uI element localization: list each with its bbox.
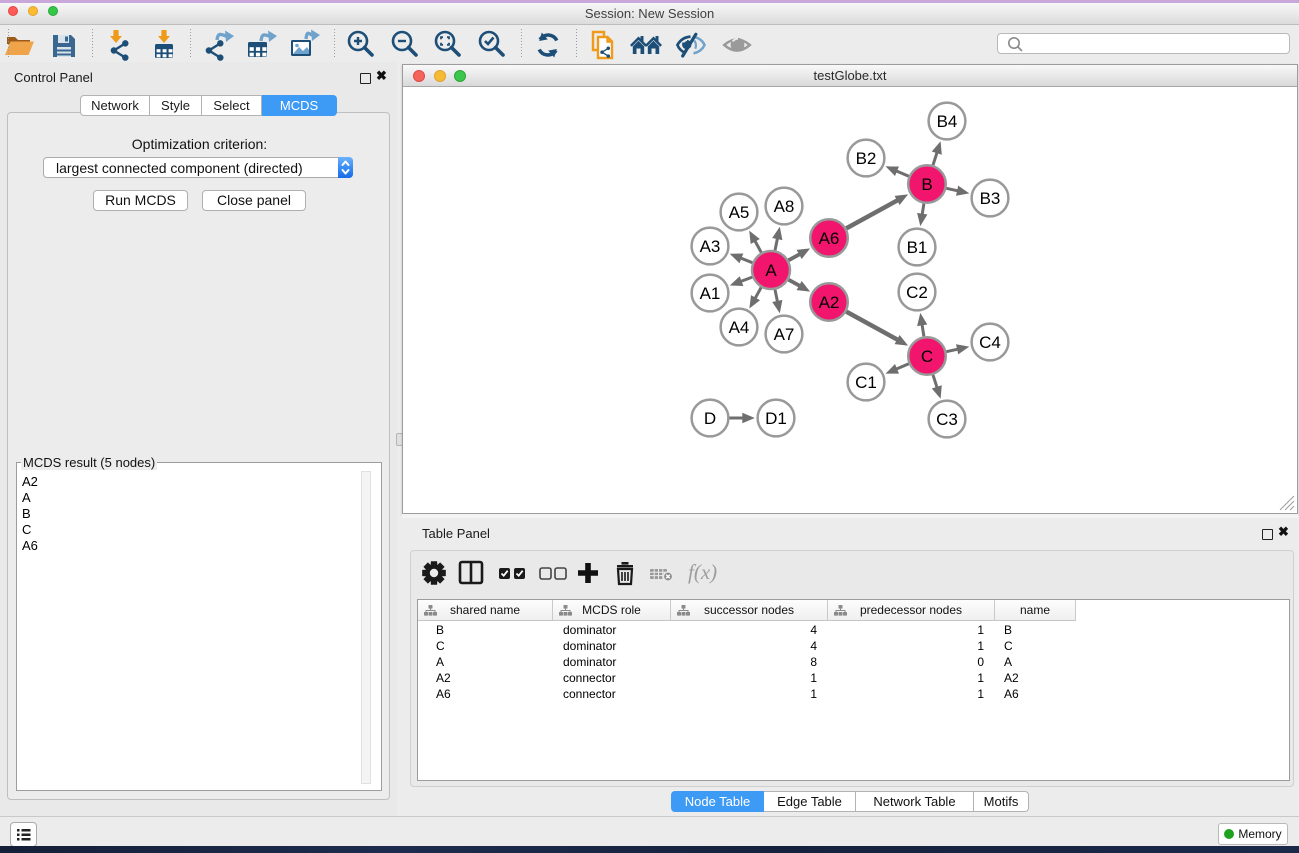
svg-text:B2: B2: [856, 149, 877, 168]
svg-text:B4: B4: [937, 112, 958, 131]
svg-text:C2: C2: [906, 283, 928, 302]
svg-text:D: D: [704, 409, 716, 428]
svg-text:A3: A3: [700, 237, 721, 256]
svg-text:C1: C1: [855, 373, 877, 392]
svg-text:A4: A4: [729, 318, 750, 337]
svg-text:C: C: [921, 347, 933, 366]
svg-text:A5: A5: [729, 203, 750, 222]
svg-text:D1: D1: [765, 409, 787, 428]
svg-text:B1: B1: [907, 238, 928, 257]
svg-text:C4: C4: [979, 333, 1001, 352]
svg-text:A7: A7: [774, 325, 795, 344]
svg-text:A1: A1: [700, 284, 721, 303]
svg-text:A: A: [765, 261, 777, 280]
svg-text:A2: A2: [819, 293, 840, 312]
svg-text:A6: A6: [819, 229, 840, 248]
svg-text:B: B: [921, 175, 932, 194]
svg-text:C3: C3: [936, 410, 958, 429]
svg-text:A8: A8: [774, 197, 795, 216]
svg-text:B3: B3: [980, 189, 1001, 208]
